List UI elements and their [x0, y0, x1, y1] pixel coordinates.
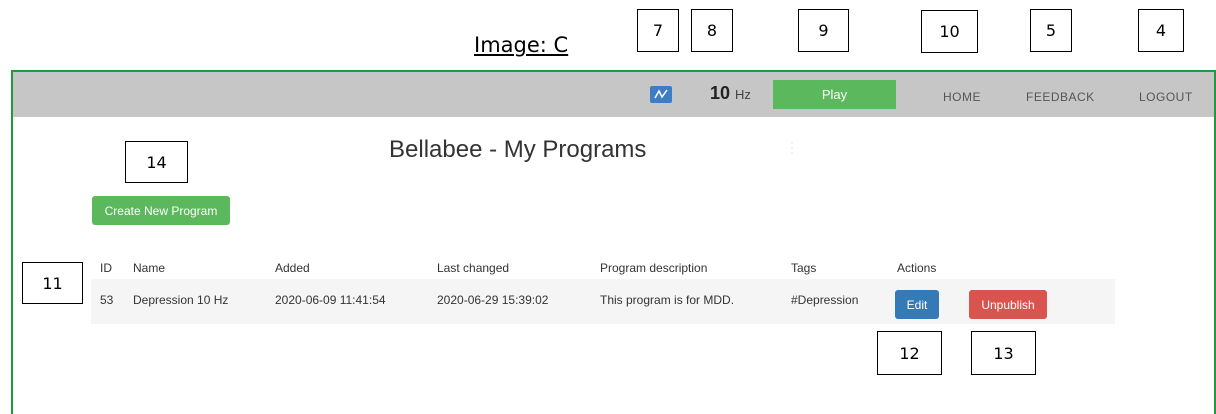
annotation-9: 9 [798, 9, 849, 52]
figure-caption: Image: C [474, 33, 569, 57]
col-header-description: Program description [600, 261, 708, 275]
wave-glyph [654, 89, 668, 99]
navbar: 10 Hz Play HOME FEEDBACK LOGOUT [13, 72, 1214, 117]
cell-added: 2020-06-09 11:41:54 [275, 293, 386, 307]
nav-feedback-link[interactable]: FEEDBACK [1026, 90, 1095, 104]
edit-button[interactable]: Edit [895, 290, 939, 319]
annotation-7: 7 [637, 9, 679, 52]
cell-description: This program is for MDD. [600, 293, 735, 307]
create-new-program-button[interactable]: Create New Program [92, 196, 230, 225]
annotation-14: 14 [125, 141, 188, 183]
decorative-mark: ⋮ [785, 139, 799, 155]
page-title: Bellabee - My Programs [389, 136, 647, 163]
nav-logout-link[interactable]: LOGOUT [1139, 90, 1193, 104]
col-header-last-changed: Last changed [437, 261, 510, 275]
annotation-4: 4 [1138, 9, 1184, 52]
annotation-11: 11 [22, 262, 83, 304]
col-header-added: Added [275, 261, 310, 275]
col-header-tags: Tags [791, 261, 817, 275]
nav-home-link[interactable]: HOME [943, 90, 981, 104]
col-header-name: Name [133, 261, 166, 275]
annotation-8: 8 [691, 9, 733, 52]
annotation-13: 13 [971, 331, 1036, 375]
annotation-12: 12 [877, 331, 942, 375]
cell-tags: #Depression [791, 293, 859, 307]
annotation-10: 10 [921, 10, 978, 53]
play-button[interactable]: Play [773, 80, 896, 109]
wave-icon[interactable] [650, 86, 672, 103]
frequency-unit: Hz [735, 87, 751, 102]
cell-id: 53 [100, 293, 114, 307]
col-header-actions: Actions [897, 261, 937, 275]
cell-last-changed: 2020-06-29 15:39:02 [437, 293, 549, 307]
frequency-value: 10 [710, 83, 731, 103]
unpublish-button[interactable]: Unpublish [969, 290, 1047, 319]
cell-name: Depression 10 Hz [133, 293, 229, 307]
annotation-5: 5 [1030, 9, 1072, 52]
col-header-id: ID [100, 261, 112, 275]
